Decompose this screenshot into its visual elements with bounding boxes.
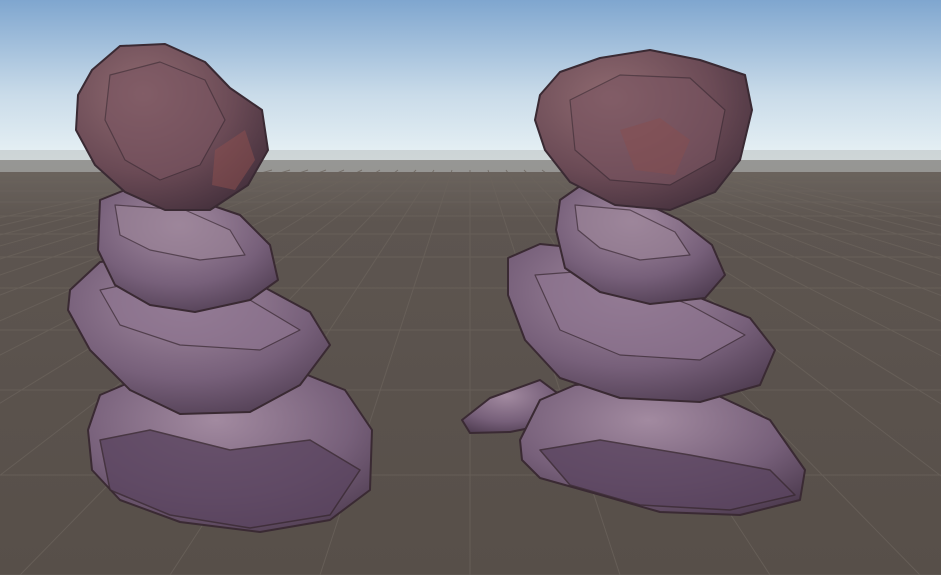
scene-viewport[interactable] xyxy=(0,0,941,575)
scene-canvas[interactable] xyxy=(0,0,941,575)
